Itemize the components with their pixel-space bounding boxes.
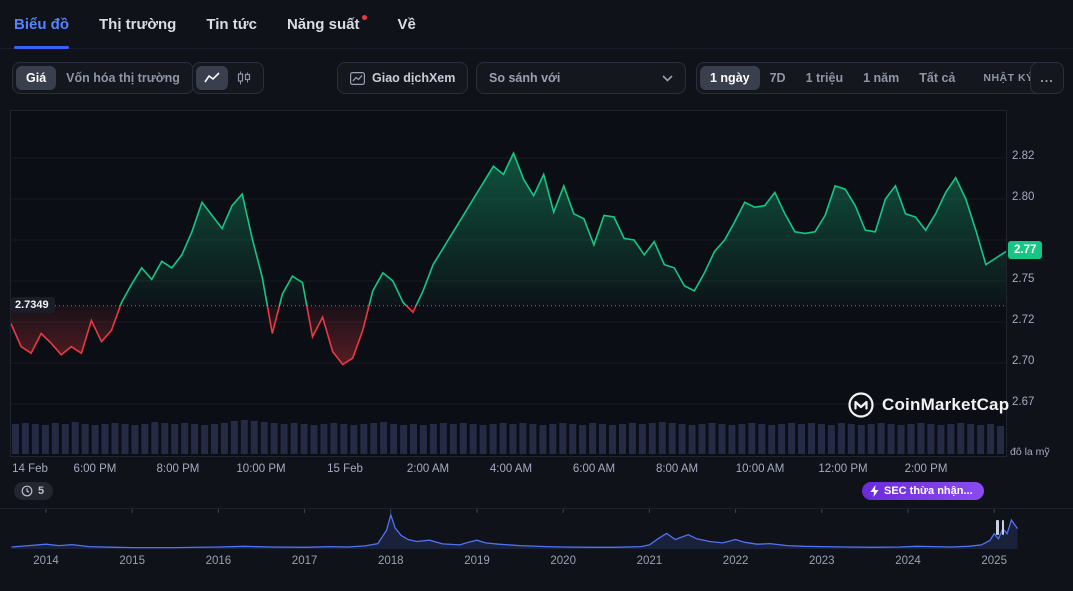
minimap-year-label: 2016 bbox=[206, 555, 232, 567]
notification-dot bbox=[362, 15, 367, 20]
tradingview-button[interactable]: Giao dịchXem bbox=[337, 62, 468, 94]
compare-dropdown[interactable]: So sánh với bbox=[476, 62, 686, 94]
minimap-range-handle[interactable] bbox=[996, 520, 1004, 535]
more-options-button[interactable]: ... bbox=[1030, 62, 1064, 94]
x-axis-tick-label: 10:00 PM bbox=[236, 463, 285, 475]
minimap-year-label: 2022 bbox=[723, 555, 749, 567]
top-nav: Biểu đồ Thị trường Tin tức Năng suất Về bbox=[0, 0, 1073, 49]
x-axis-tick-label: 8:00 AM bbox=[656, 463, 698, 475]
tab-news[interactable]: Tin tức bbox=[206, 0, 257, 48]
minimap-year-label: 2014 bbox=[33, 555, 59, 567]
tab-news-label: Tin tức bbox=[206, 16, 257, 33]
history-count: 5 bbox=[38, 485, 44, 497]
x-axis-tick-label: 15 Feb bbox=[327, 463, 363, 475]
minimap-year-label: 2020 bbox=[550, 555, 576, 567]
tab-markets-label: Thị trường bbox=[99, 16, 176, 33]
current-price-badge: 2.77 bbox=[1008, 241, 1042, 259]
x-axis-tick-label: 8:00 PM bbox=[157, 463, 200, 475]
chevron-down-icon bbox=[662, 75, 673, 82]
news-event-label: SEC thừa nhận... bbox=[884, 485, 973, 497]
minimap-year-label: 2017 bbox=[292, 555, 318, 567]
coinmarketcap-chart-page: Biểu đồ Thị trường Tin tức Năng suất Về … bbox=[0, 0, 1073, 591]
x-axis-tick-label: 10:00 AM bbox=[736, 463, 785, 475]
lightning-icon bbox=[870, 485, 879, 497]
tab-chart[interactable]: Biểu đồ bbox=[14, 0, 69, 48]
range-1y-button[interactable]: 1 năm bbox=[853, 66, 909, 90]
line-chart-icon bbox=[204, 72, 220, 84]
minimap-year-label: 2024 bbox=[895, 555, 921, 567]
more-options-label: ... bbox=[1040, 71, 1053, 85]
x-axis-tick-label: 2:00 AM bbox=[407, 463, 449, 475]
compare-dropdown-label: So sánh với bbox=[489, 71, 560, 85]
range-1d-button[interactable]: 1 ngày bbox=[700, 66, 760, 90]
tab-about-label: Về bbox=[397, 16, 415, 33]
chart-toolbar: Giá Vốn hóa thị trường Giao dịchXem bbox=[0, 62, 1073, 94]
coinmarketcap-logo-icon bbox=[848, 392, 874, 418]
coinmarketcap-watermark: CoinMarketCap bbox=[848, 392, 1009, 418]
metric-marketcap-button[interactable]: Vốn hóa thị trường bbox=[56, 66, 190, 90]
minimap-year-label: 2019 bbox=[464, 555, 490, 567]
x-axis-tick-label: 4:00 AM bbox=[490, 463, 532, 475]
range-7d-button[interactable]: 7D bbox=[760, 66, 796, 90]
chart-type-toggle bbox=[192, 62, 264, 94]
x-axis-tick-label: 2:00 PM bbox=[905, 463, 948, 475]
tab-markets[interactable]: Thị trường bbox=[99, 0, 176, 48]
y-axis-tick-label: 2.80 bbox=[1012, 191, 1034, 203]
metric-toggle: Giá Vốn hóa thị trường bbox=[12, 62, 194, 94]
y-axis-tick-label: 2.67 bbox=[1012, 396, 1034, 408]
metric-price-button[interactable]: Giá bbox=[16, 66, 56, 90]
y-axis-tick-label: 2.82 bbox=[1012, 150, 1034, 162]
tab-yield-label: Năng suất bbox=[287, 16, 360, 33]
history-button[interactable]: 5 bbox=[14, 482, 53, 500]
trading-chart-icon bbox=[350, 72, 365, 85]
candlestick-icon bbox=[236, 71, 252, 85]
baseline-price-label: 2.7349 bbox=[11, 297, 55, 313]
range-all-button[interactable]: Tất cả bbox=[909, 66, 965, 90]
y-axis-tick-label: 2.75 bbox=[1012, 273, 1034, 285]
tab-about[interactable]: Về bbox=[397, 0, 415, 48]
minimap-year-label: 2025 bbox=[981, 555, 1007, 567]
currency-unit-label: đô la mỹ bbox=[1010, 446, 1050, 458]
minimap-svg bbox=[0, 509, 1073, 551]
x-axis-tick-label: 6:00 PM bbox=[74, 463, 117, 475]
news-event-badge[interactable]: SEC thừa nhận... bbox=[862, 482, 984, 500]
minimap-year-label: 2018 bbox=[378, 555, 404, 567]
tab-chart-label: Biểu đồ bbox=[14, 16, 69, 33]
line-chart-type-button[interactable] bbox=[196, 66, 228, 90]
x-axis-tick-label: 6:00 AM bbox=[573, 463, 615, 475]
minimap-year-label: 2021 bbox=[637, 555, 663, 567]
x-axis-tick-label: 14 Feb bbox=[12, 463, 48, 475]
y-axis-tick-label: 2.70 bbox=[1012, 355, 1034, 367]
history-minimap[interactable] bbox=[0, 508, 1073, 551]
tab-yield[interactable]: Năng suất bbox=[287, 0, 368, 48]
x-axis-tick-label: 12:00 PM bbox=[818, 463, 867, 475]
time-range-group: 1 ngày 7D 1 triệu 1 năm Tất cả NHẬT KÝ bbox=[696, 62, 1048, 94]
y-axis-tick-label: 2.72 bbox=[1012, 314, 1034, 326]
tradingview-button-label: Giao dịchXem bbox=[372, 71, 455, 85]
range-1m-button[interactable]: 1 triệu bbox=[796, 66, 854, 90]
history-clock-icon bbox=[21, 485, 33, 497]
candlestick-chart-type-button[interactable] bbox=[228, 66, 260, 90]
minimap-year-label: 2015 bbox=[119, 555, 145, 567]
coinmarketcap-watermark-text: CoinMarketCap bbox=[882, 395, 1009, 415]
minimap-year-label: 2023 bbox=[809, 555, 835, 567]
